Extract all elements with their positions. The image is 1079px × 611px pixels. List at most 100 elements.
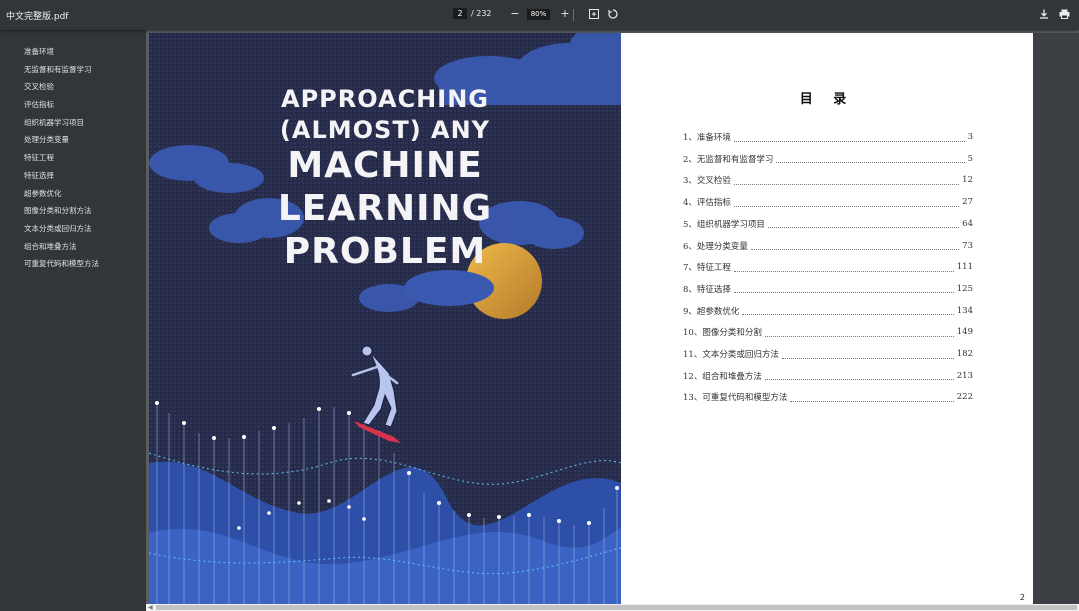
outline-item[interactable]: 无监督和有监督学习 — [24, 61, 146, 79]
toc-entry[interactable]: 4、评估指标 27 — [683, 195, 973, 209]
document-title: 中文完整版.pdf — [6, 12, 69, 22]
download-icon — [1040, 9, 1048, 19]
cover-title-line: MACHINE — [287, 145, 483, 186]
toc-entry[interactable]: 13、可重复代码和模型方法 222 — [683, 390, 973, 404]
horizontal-scrollbar[interactable]: ◀ — [146, 604, 1079, 611]
toc-entry[interactable]: 8、特征选择 125 — [683, 282, 973, 296]
plus-icon: + — [560, 7, 570, 20]
outline-item[interactable]: 评估指标 — [24, 96, 146, 114]
toc-leader-dots — [767, 219, 960, 229]
outline-item[interactable]: 处理分类变量 — [24, 131, 146, 149]
toc-leader-dots — [733, 133, 965, 142]
toc-entry-label: 11、文本分类或回归方法 — [683, 350, 779, 360]
cover-title-line: (ALMOST) ANY — [279, 116, 491, 144]
viewer-gutter — [1033, 33, 1079, 604]
toc-entry-label: 2、无监督和有监督学习 — [683, 154, 774, 165]
toc-entry-page: 111 — [956, 262, 973, 273]
cover-title-line: PROBLEM — [283, 231, 487, 272]
toc-entry[interactable]: 1、准备环境 3 — [683, 130, 973, 144]
outline-item[interactable]: 文本分类或回归方法 — [24, 220, 146, 238]
toc-entry-label: 6、处理分类变量 — [683, 241, 748, 252]
total-pages: / 232 — [471, 9, 492, 18]
toolbar-divider — [573, 9, 574, 21]
fit-page-icon — [589, 9, 599, 19]
toc-entry-label: 4、评估指标 — [683, 198, 731, 209]
toc-entry-page: 12 — [962, 175, 973, 186]
toc-entry-label: 7、特征工程 — [683, 263, 731, 274]
toc-entry-page: 5 — [967, 153, 973, 164]
toc-entry-label: 5、组织机器学习项目 — [683, 219, 765, 230]
print-icon — [1059, 9, 1069, 19]
toc-entry-label: 13、可重复代码和模型方法 — [683, 393, 788, 404]
cover-title-line: APPROACHING — [281, 85, 489, 113]
toc-leader-dots — [750, 241, 960, 250]
page-number: 2 — [1019, 593, 1025, 602]
pdf-toolbar: 中文完整版.pdf 2 / 232 − 80% + — [0, 0, 1079, 30]
toc-entry[interactable]: 10、图像分类和分割 149 — [683, 325, 973, 339]
print-button[interactable] — [1056, 6, 1072, 22]
toc-page: 目 录 1、准备环境 3 2、无监督和有监督学习 5 3、交叉检验 12 4、评估指标 27 5… — [621, 33, 1033, 604]
download-button[interactable] — [1036, 6, 1052, 22]
toc-leader-dots — [733, 263, 954, 272]
toc-leader-dots — [776, 154, 965, 164]
page-number-input[interactable]: 2 — [453, 8, 467, 19]
toc-entry[interactable]: 6、处理分类变量 73 — [683, 239, 973, 253]
outline-item[interactable]: 特征选择 — [24, 167, 146, 185]
toc-leader-dots — [742, 306, 954, 316]
outline-item[interactable]: 可重复代码和模型方法 — [24, 255, 146, 273]
zoom-out-button[interactable]: − — [507, 6, 523, 22]
toc-entry-page: 3 — [967, 132, 973, 142]
toc-entry-label: 1、准备环境 — [683, 133, 731, 143]
toc-entry-page: 64 — [962, 218, 973, 229]
outline-item[interactable]: 图像分类和分割方法 — [24, 202, 146, 220]
toc-entry-page: 134 — [956, 305, 973, 316]
toc-entry-label: 3、交叉检验 — [683, 176, 731, 187]
toc-leader-dots — [733, 198, 960, 207]
toc-entry-page: 73 — [962, 240, 973, 251]
toc-entry[interactable]: 5、组织机器学习项目 64 — [683, 217, 973, 231]
toc-entry-label: 10、图像分类和分割 — [683, 328, 762, 339]
cover-page: APPROACHING (ALMOST) ANY MACHINE LEARNIN… — [149, 33, 621, 604]
outline-item[interactable]: 组织机器学习项目 — [24, 114, 146, 132]
toc-entry-page: 125 — [956, 283, 973, 294]
toc-entry[interactable]: 3、交叉检验 12 — [683, 173, 973, 187]
outline-item[interactable]: 组合和堆叠方法 — [24, 238, 146, 256]
fit-page-button[interactable] — [586, 6, 602, 22]
toc-entry-label: 12、组合和堆叠方法 — [683, 371, 762, 382]
zoom-input[interactable]: 80% — [527, 9, 550, 20]
toc-entry-page: 182 — [956, 349, 973, 359]
cover-title-line: LEARNING — [277, 188, 493, 229]
toc-entry-label: 9、超参数优化 — [683, 306, 740, 317]
minus-icon: − — [510, 7, 520, 20]
toc-entry[interactable]: 2、无监督和有监督学习 5 — [683, 152, 973, 166]
toc-leader-dots — [764, 328, 954, 337]
toc-entry-page: 27 — [962, 197, 973, 208]
toc-leader-dots — [733, 176, 960, 185]
outline-item[interactable]: 准备环境 — [24, 43, 146, 61]
toc-entry[interactable]: 9、超参数优化 134 — [683, 304, 973, 318]
toc-leader-dots — [733, 284, 954, 294]
toc-entry[interactable]: 7、特征工程 111 — [683, 260, 973, 274]
scrollbar-thumb[interactable] — [156, 605, 1077, 610]
document-viewer[interactable]: APPROACHING (ALMOST) ANY MACHINE LEARNIN… — [146, 30, 1079, 604]
toc-heading: 目 录 — [799, 92, 855, 107]
toc-entry-label: 8、特征选择 — [683, 284, 731, 295]
toc-leader-dots — [790, 393, 954, 402]
outline-list: 准备环境 无监督和有监督学习 交叉检验 评估指标 组织机器学习项目 处理分类变量… — [0, 30, 146, 273]
page-navigator: 2 / 232 — [453, 8, 492, 19]
outline-item[interactable]: 超参数优化 — [24, 185, 146, 203]
rotate-button[interactable] — [605, 6, 621, 22]
toc-entry[interactable]: 12、组合和堆叠方法 213 — [683, 369, 973, 383]
toc-entry-page: 213 — [956, 370, 973, 381]
zoom-in-button[interactable]: + — [557, 6, 573, 22]
outline-item[interactable]: 交叉检验 — [24, 78, 146, 96]
rotate-icon — [607, 9, 618, 19]
outline-sidebar: 准备环境 无监督和有监督学习 交叉检验 评估指标 组织机器学习项目 处理分类变量… — [0, 30, 146, 611]
toc-entry-page: 149 — [956, 327, 973, 338]
toc-leader-dots — [781, 350, 954, 359]
outline-item[interactable]: 特征工程 — [24, 149, 146, 167]
toc-entry[interactable]: 11、文本分类或回归方法 182 — [683, 347, 973, 361]
toc-leader-dots — [764, 371, 954, 381]
scroll-left-icon[interactable]: ◀ — [148, 604, 153, 611]
toc-entry-page: 222 — [956, 392, 973, 403]
